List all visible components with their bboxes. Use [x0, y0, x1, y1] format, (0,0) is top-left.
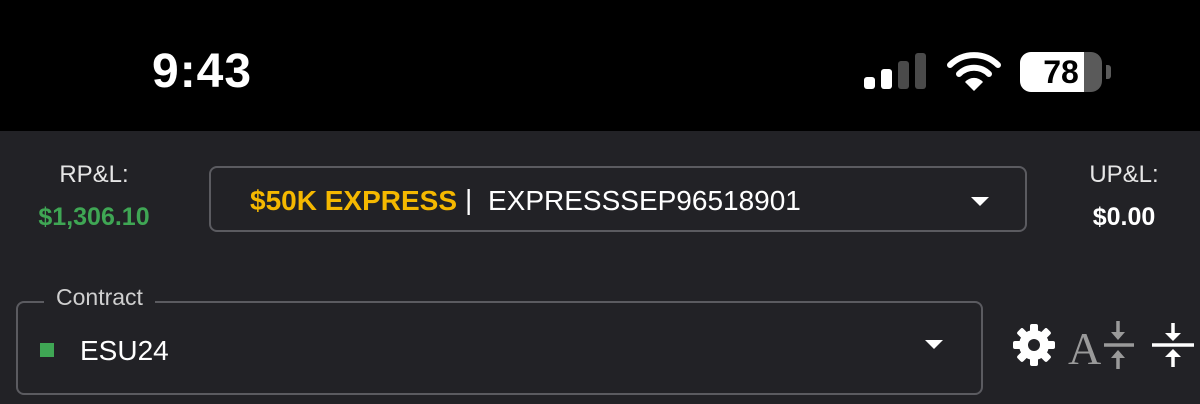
gear-icon[interactable]: [1013, 324, 1055, 366]
unrealized-pnl-label: UP&L:: [1089, 161, 1159, 188]
battery-body: 78: [1020, 52, 1102, 92]
contract-select[interactable]: Contract ESU24: [16, 284, 983, 395]
cellular-signal-icon: [864, 53, 926, 89]
battery-level: 78: [1043, 54, 1079, 90]
account-id: EXPRESSSEP96518901: [488, 185, 801, 216]
row-compress-icon[interactable]: [1150, 323, 1196, 367]
realized-pnl-value: $1,306.10: [38, 203, 150, 231]
trading-header-panel: RP&L: $1,306.10 $50K EXPRESS | EXPRESSSE…: [0, 131, 1200, 404]
signal-bar: [864, 77, 875, 89]
status-bar: 9:43 78: [0, 0, 1200, 131]
chevron-down-icon: [971, 197, 989, 206]
font-size-compress-icon[interactable]: A: [1068, 321, 1138, 369]
chevron-down-icon: [925, 340, 943, 349]
account-select[interactable]: $50K EXPRESS | EXPRESSSEP96518901: [209, 166, 1027, 232]
battery-icon: 78: [1020, 52, 1111, 92]
contract-value: ESU24: [80, 335, 169, 366]
contract-status-indicator: [40, 343, 54, 357]
signal-bar: [898, 61, 909, 89]
realized-pnl-label: RP&L:: [59, 161, 129, 188]
svg-text:A: A: [1068, 323, 1101, 369]
unrealized-pnl-value: $0.00: [1092, 203, 1156, 231]
wifi-icon: [947, 52, 1001, 91]
status-time: 9:43: [152, 45, 253, 98]
signal-bar: [881, 69, 892, 89]
unrealized-pnl: UP&L: $0.00: [1058, 161, 1190, 232]
contract-label: Contract: [44, 284, 155, 311]
signal-bar: [915, 53, 926, 89]
realized-pnl: RP&L: $1,306.10: [18, 161, 170, 232]
account-name: $50K EXPRESS: [250, 185, 457, 216]
battery-cap: [1106, 65, 1111, 79]
account-separator: |: [465, 184, 473, 215]
